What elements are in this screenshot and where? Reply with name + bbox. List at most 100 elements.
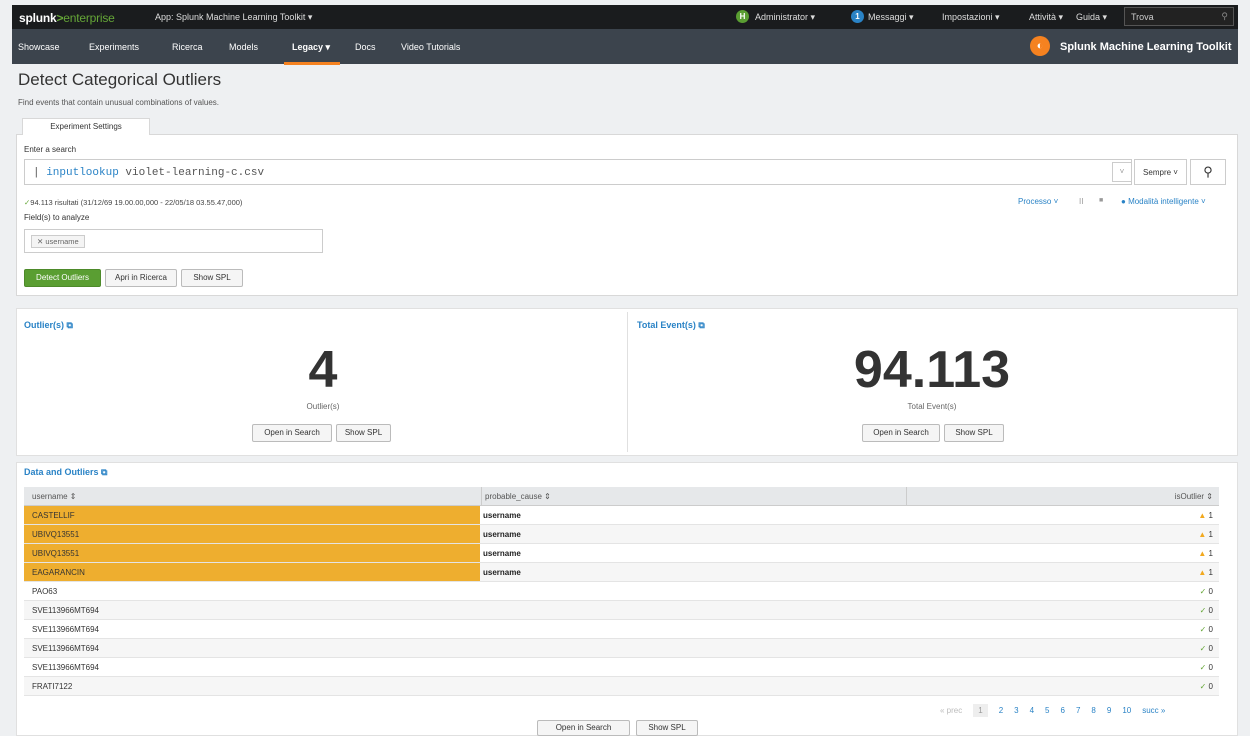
nav-showcase[interactable]: Showcase bbox=[18, 42, 60, 52]
pager-prev[interactable]: « prec bbox=[940, 706, 962, 715]
nav-experiments[interactable]: Experiments bbox=[89, 42, 139, 52]
events-title[interactable]: Total Event(s) ⧉ bbox=[637, 320, 705, 331]
header-username[interactable]: username ⇕ bbox=[32, 492, 77, 501]
pager-page[interactable]: 3 bbox=[1014, 706, 1018, 715]
check-icon: ✓ bbox=[1199, 587, 1207, 596]
table-open-search-button[interactable]: Open in Search bbox=[537, 720, 630, 736]
cell-isoutlier: ✓ 0 bbox=[1200, 663, 1213, 672]
events-title-text: Total Event(s) bbox=[637, 320, 696, 330]
table-row[interactable]: UBIVQ13551 username ▲ 1 bbox=[24, 544, 1219, 563]
lightbulb-icon: ● bbox=[1121, 197, 1129, 206]
check-icon: ✓ bbox=[1199, 644, 1207, 653]
nav-legacy[interactable]: Legacy ▾ bbox=[283, 42, 341, 65]
search-mode-menu[interactable]: ● Modalità intelligente ˅ bbox=[1121, 197, 1206, 206]
table-row[interactable]: SVE113966MT694 ✓ 0 bbox=[24, 658, 1219, 677]
table-row[interactable]: UBIVQ13551 username ▲ 1 bbox=[24, 525, 1219, 544]
help-menu[interactable]: Guida ▾ bbox=[1076, 12, 1107, 23]
search-button[interactable]: ⚲ bbox=[1190, 159, 1226, 185]
outliers-open-search-button[interactable]: Open in Search bbox=[252, 424, 332, 442]
cell-isoutlier: ✓ 0 bbox=[1200, 587, 1213, 596]
isoutlier-value: 0 bbox=[1208, 587, 1213, 596]
settings-menu[interactable]: Impostazioni ▾ bbox=[942, 12, 1000, 23]
column-divider bbox=[906, 487, 907, 506]
table-row[interactable]: PAO63 ✓ 0 bbox=[24, 582, 1219, 601]
nav-video-tutorials[interactable]: Video Tutorials bbox=[401, 42, 460, 52]
outliers-title[interactable]: Outlier(s) ⧉ bbox=[24, 320, 73, 331]
pager-page[interactable]: 10 bbox=[1122, 706, 1131, 715]
pager-next[interactable]: succ » bbox=[1142, 706, 1165, 715]
page-title: Detect Categorical Outliers bbox=[18, 70, 222, 89]
messages-menu[interactable]: Messaggi ▾ bbox=[868, 12, 914, 23]
user-avatar: H bbox=[736, 10, 749, 23]
user-menu[interactable]: Administrator ▾ bbox=[755, 12, 815, 23]
cell-username: UBIVQ13551 bbox=[24, 544, 480, 562]
cell-username: FRATI7122 bbox=[32, 682, 73, 691]
table-row[interactable]: EAGARANCIN username ▲ 1 bbox=[24, 563, 1219, 582]
cell-username: UBIVQ13551 bbox=[24, 525, 480, 543]
search-icon: ⚲ bbox=[1221, 11, 1228, 21]
outliers-caption: Outlier(s) bbox=[306, 402, 340, 411]
header-isoutlier[interactable]: isOutlier ⇕ bbox=[1175, 492, 1213, 501]
table-row[interactable]: SVE113966MT694 ✓ 0 bbox=[24, 601, 1219, 620]
pager-page[interactable]: 5 bbox=[1045, 706, 1049, 715]
splunk-logo[interactable]: splunk>enterprise bbox=[19, 11, 115, 25]
data-outliers-title[interactable]: Data and Outliers ⧉ bbox=[24, 467, 107, 478]
pager-page[interactable]: 2 bbox=[999, 706, 1003, 715]
events-open-search-button[interactable]: Open in Search bbox=[862, 424, 940, 442]
cell-username: CASTELLIF bbox=[24, 506, 480, 524]
open-in-search-button[interactable]: Apri in Ricerca bbox=[105, 269, 177, 287]
check-icon: ✓ bbox=[1199, 625, 1207, 634]
table-show-spl-button[interactable]: Show SPL bbox=[636, 720, 698, 736]
search-input[interactable]: | inputlookup violet-learning-c.csv bbox=[24, 159, 1132, 185]
tab-divider bbox=[150, 134, 1238, 135]
table-row[interactable]: SVE113966MT694 ✓ 0 bbox=[24, 620, 1219, 639]
field-chip[interactable]: ✕ username bbox=[31, 235, 85, 248]
outliers-show-spl-button[interactable]: Show SPL bbox=[336, 424, 391, 442]
search-expand-icon[interactable]: ˅ bbox=[1112, 162, 1132, 182]
pause-icon[interactable]: II bbox=[1079, 197, 1083, 206]
pager-page[interactable]: 8 bbox=[1091, 706, 1095, 715]
page-subtitle: Find events that contain unusual combina… bbox=[18, 98, 220, 107]
warning-icon: ▲ bbox=[1198, 530, 1207, 539]
events-count: 94.113 bbox=[853, 341, 1011, 399]
fields-input[interactable]: ✕ username bbox=[24, 229, 323, 253]
header-probable-cause[interactable]: probable_cause ⇕ bbox=[485, 492, 551, 501]
cell-isoutlier: ▲ 1 bbox=[1198, 511, 1213, 520]
find-input[interactable]: Trova ⚲ bbox=[1124, 7, 1234, 26]
nav-models[interactable]: Models bbox=[229, 42, 258, 52]
nav-ricerca[interactable]: Ricerca bbox=[172, 42, 203, 52]
isoutlier-value: 0 bbox=[1208, 606, 1213, 615]
table-row[interactable]: FRATI7122 ✓ 0 bbox=[24, 677, 1219, 696]
outliers-title-text: Outlier(s) bbox=[24, 320, 65, 330]
external-link-icon: ⧉ bbox=[66, 320, 73, 330]
cell-username: SVE113966MT694 bbox=[32, 663, 100, 672]
table-row[interactable]: CASTELLIF username ▲ 1 bbox=[24, 506, 1219, 525]
column-divider bbox=[481, 487, 482, 506]
detect-outliers-button[interactable]: Detect Outliers bbox=[24, 269, 101, 287]
nav-docs[interactable]: Docs bbox=[355, 42, 376, 52]
cell-username: PAO63 bbox=[32, 587, 58, 596]
pager-page[interactable]: 4 bbox=[1030, 706, 1034, 715]
pager-page[interactable]: 1 bbox=[973, 704, 988, 717]
messages-count-badge: 1 bbox=[851, 10, 864, 23]
app-menu[interactable]: App: Splunk Machine Learning Toolkit ▾ bbox=[155, 12, 312, 23]
events-show-spl-button[interactable]: Show SPL bbox=[944, 424, 1004, 442]
cell-username: SVE113966MT694 bbox=[32, 644, 100, 653]
time-range-picker[interactable]: Sempre ˅ bbox=[1134, 159, 1187, 185]
isoutlier-value: 1 bbox=[1208, 568, 1213, 577]
pager-page[interactable]: 9 bbox=[1107, 706, 1111, 715]
mltk-logo-icon: ◐ bbox=[1030, 36, 1050, 56]
table-row[interactable]: SVE113966MT694 ✓ 0 bbox=[24, 639, 1219, 658]
outliers-count: 4 bbox=[308, 341, 338, 399]
show-spl-button[interactable]: Show SPL bbox=[181, 269, 243, 287]
brand-enterprise: enterprise bbox=[63, 11, 115, 25]
process-menu[interactable]: Processo ˅ bbox=[1018, 197, 1058, 206]
cell-isoutlier: ▲ 1 bbox=[1198, 568, 1213, 577]
tab-experiment-settings[interactable]: Experiment Settings bbox=[22, 118, 150, 135]
activity-menu[interactable]: Attività ▾ bbox=[1029, 12, 1063, 23]
warning-icon: ▲ bbox=[1198, 568, 1207, 577]
pager-page[interactable]: 6 bbox=[1061, 706, 1065, 715]
pager-page[interactable]: 7 bbox=[1076, 706, 1080, 715]
isoutlier-value: 1 bbox=[1208, 511, 1213, 520]
stop-icon[interactable]: ■ bbox=[1099, 197, 1103, 204]
